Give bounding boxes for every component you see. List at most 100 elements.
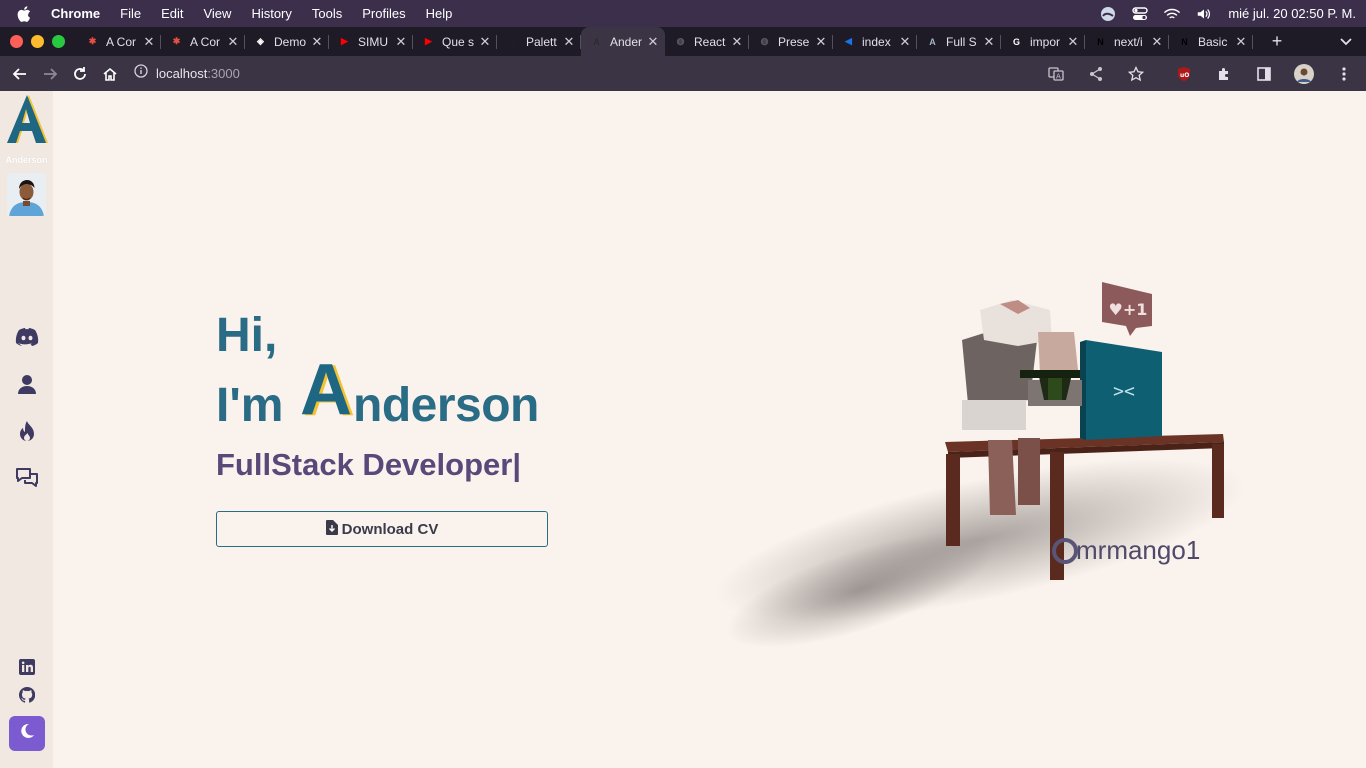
browser-tab[interactable]: Gimpor ✕ bbox=[1001, 27, 1085, 56]
chat-icon[interactable] bbox=[15, 466, 39, 490]
tab-title: Ander bbox=[610, 34, 643, 49]
browser-tab[interactable]: ▶ Que s ✕ bbox=[413, 27, 497, 56]
hero-name-line: I'm A A nderson bbox=[216, 358, 576, 432]
tab-close-icon[interactable]: ✕ bbox=[563, 34, 575, 50]
file-download-icon bbox=[325, 519, 338, 539]
browser-tab[interactable]: ▶ SIMU ✕ bbox=[329, 27, 413, 56]
tab-close-icon[interactable]: ✕ bbox=[143, 34, 155, 50]
maximize-window-button[interactable] bbox=[52, 35, 65, 48]
site-info-icon[interactable] bbox=[134, 64, 148, 83]
volume-icon[interactable] bbox=[1196, 6, 1212, 22]
menubar-clock[interactable]: mié jul. 20 02:50 P. M. bbox=[1228, 6, 1356, 21]
tab-close-icon[interactable]: ✕ bbox=[731, 34, 743, 50]
browser-tab[interactable]: ✱ A Cor ✕ bbox=[77, 27, 161, 56]
tab-close-icon[interactable]: ✕ bbox=[479, 34, 491, 50]
tab-close-icon[interactable]: ✕ bbox=[395, 34, 407, 50]
ublock-extension-icon[interactable]: uO bbox=[1170, 60, 1198, 88]
menu-history[interactable]: History bbox=[251, 6, 291, 21]
tab-title: A Cor bbox=[190, 34, 221, 49]
close-window-button[interactable] bbox=[10, 35, 23, 48]
menu-profiles[interactable]: Profiles bbox=[362, 6, 405, 21]
moon-icon bbox=[19, 723, 35, 744]
theme-toggle-button[interactable] bbox=[9, 716, 45, 751]
browser-tab[interactable]: ◀ index ✕ bbox=[833, 27, 917, 56]
browser-tab[interactable]: ✱ A Cor ✕ bbox=[161, 27, 245, 56]
bookmark-star-icon[interactable] bbox=[1122, 60, 1150, 88]
new-tab-button[interactable]: + bbox=[1267, 31, 1287, 52]
character-legs bbox=[962, 400, 1026, 430]
wifi-icon[interactable] bbox=[1164, 6, 1181, 22]
minimize-window-button[interactable] bbox=[31, 35, 44, 48]
menu-file[interactable]: File bbox=[120, 6, 141, 21]
table-leg bbox=[946, 454, 960, 546]
voxel-desk-illustration: >< ♥+1 bbox=[715, 282, 1245, 648]
side-panel-icon[interactable] bbox=[1250, 60, 1278, 88]
tab-title: index bbox=[862, 34, 891, 49]
tab-title: React bbox=[694, 34, 726, 49]
apple-icon[interactable] bbox=[17, 5, 33, 22]
user-icon[interactable] bbox=[15, 372, 39, 396]
tab-close-icon[interactable]: ✕ bbox=[1151, 34, 1163, 50]
browser-tab[interactable]: Nnext/i ✕ bbox=[1085, 27, 1169, 56]
tab-title: Demo bbox=[274, 34, 307, 49]
menu-tools[interactable]: Tools bbox=[312, 6, 342, 21]
menu-view[interactable]: View bbox=[203, 6, 231, 21]
svg-text:A: A bbox=[300, 358, 352, 418]
url-text[interactable]: localhost:3000 bbox=[156, 66, 240, 81]
translate-icon[interactable]: A bbox=[1042, 60, 1070, 88]
tab-title: Palett bbox=[526, 34, 557, 49]
share-icon[interactable] bbox=[1082, 60, 1110, 88]
browser-tab[interactable]: ◍ Prese ✕ bbox=[749, 27, 833, 56]
tab-close-icon[interactable]: ✕ bbox=[311, 34, 323, 50]
cloud-status-icon[interactable] bbox=[1100, 6, 1116, 22]
hero-name-rest: nderson bbox=[353, 379, 539, 432]
tab-search-chevron-icon[interactable] bbox=[1338, 33, 1354, 49]
forward-icon[interactable] bbox=[36, 60, 64, 88]
site-logo[interactable] bbox=[5, 93, 49, 145]
back-icon[interactable] bbox=[6, 60, 34, 88]
profile-avatar-icon[interactable] bbox=[1290, 60, 1318, 88]
tab-close-icon[interactable]: ✕ bbox=[815, 34, 827, 50]
tab-favicon-icon: ◈ bbox=[257, 36, 264, 46]
linkedin-icon[interactable] bbox=[15, 655, 39, 679]
download-cv-button[interactable]: Download CV bbox=[216, 511, 548, 547]
github-icon[interactable] bbox=[15, 683, 39, 707]
tab-close-icon[interactable]: ✕ bbox=[647, 34, 659, 50]
speech-bubble-text: ♥+1 bbox=[1109, 300, 1148, 319]
control-center-icon[interactable] bbox=[1132, 6, 1149, 22]
tab-title: Que s bbox=[442, 34, 475, 49]
hero-role: FullStack Developer| bbox=[216, 447, 522, 482]
tabs-container: ✱ A Cor ✕ ✱ A Cor ✕ ◈ Demo ✕ ▶ SIMU ✕ ▶ Que s ✕ ● Palett… bbox=[77, 27, 1253, 56]
discord-icon[interactable] bbox=[15, 325, 39, 349]
logo-name: Anderson bbox=[5, 155, 48, 165]
fire-icon[interactable] bbox=[15, 420, 39, 444]
tab-close-icon[interactable]: ✕ bbox=[1235, 34, 1247, 50]
tab-favicon-icon: N bbox=[1181, 36, 1188, 47]
tab-favicon-icon: N bbox=[1097, 36, 1104, 47]
tab-close-icon[interactable]: ✕ bbox=[1067, 34, 1079, 50]
tab-close-icon[interactable]: ✕ bbox=[899, 34, 911, 50]
tab-close-icon[interactable]: ✕ bbox=[227, 34, 239, 50]
tab-strip: ✱ A Cor ✕ ✱ A Cor ✕ ◈ Demo ✕ ▶ SIMU ✕ ▶ Que s ✕ ● Palett… bbox=[0, 27, 1366, 56]
illustration-credit-text: mrmango1 bbox=[1076, 535, 1201, 565]
home-icon[interactable] bbox=[96, 60, 124, 88]
download-cv-label: Download CV bbox=[341, 520, 439, 538]
browser-tab[interactable]: A Ander ✕ bbox=[581, 27, 665, 56]
menu-help[interactable]: Help bbox=[426, 6, 453, 21]
reload-icon[interactable] bbox=[66, 60, 94, 88]
hero-section: Hi, I'm A A nderson FullStack Developer|… bbox=[216, 310, 548, 547]
browser-menu-icon[interactable] bbox=[1330, 60, 1358, 88]
browser-tab[interactable]: ◈ Demo ✕ bbox=[245, 27, 329, 56]
menu-app-name[interactable]: Chrome bbox=[51, 6, 100, 21]
menu-edit[interactable]: Edit bbox=[161, 6, 183, 21]
tab-favicon-icon: A bbox=[593, 36, 600, 47]
tab-favicon-icon: ▶ bbox=[425, 36, 432, 46]
browser-tab[interactable]: N Basic ✕ bbox=[1169, 27, 1253, 56]
browser-tab[interactable]: ● Palett ✕ bbox=[497, 27, 581, 56]
browser-tab[interactable]: ◍ React ✕ bbox=[665, 27, 749, 56]
character-leg bbox=[1018, 438, 1040, 505]
tab-close-icon[interactable]: ✕ bbox=[983, 34, 995, 50]
extensions-puzzle-icon[interactable] bbox=[1210, 60, 1238, 88]
illustration-credit[interactable]: mrmango1 bbox=[1052, 535, 1200, 566]
browser-tab[interactable]: A Full S ✕ bbox=[917, 27, 1001, 56]
